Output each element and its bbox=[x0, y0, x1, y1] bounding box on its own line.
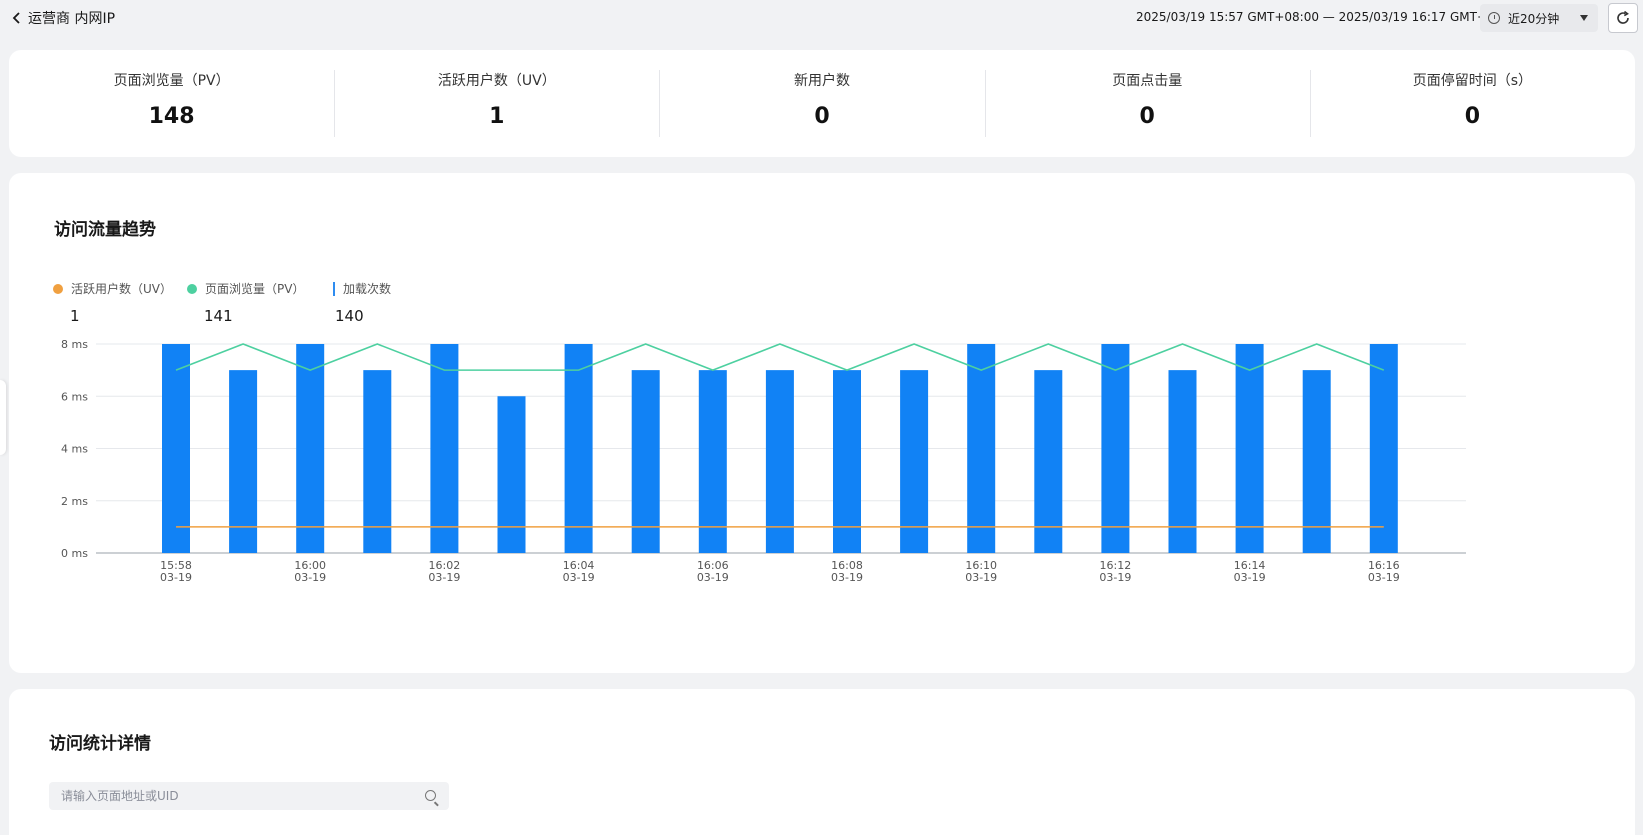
bar bbox=[900, 370, 929, 553]
x-tick-date: 03-19 bbox=[563, 571, 595, 584]
clock-icon bbox=[1488, 12, 1500, 24]
stat-value: 1 bbox=[489, 104, 505, 129]
x-tick-date: 03-19 bbox=[1368, 571, 1400, 584]
y-tick-label: 2 ms bbox=[61, 495, 88, 508]
stat-clicks: 页面点击量 0 bbox=[984, 50, 1310, 157]
details-card: 访问统计详情 bbox=[9, 689, 1635, 835]
stat-label: 活跃用户数（UV） bbox=[437, 73, 556, 89]
bar bbox=[698, 370, 727, 553]
bar bbox=[1302, 370, 1331, 553]
page-title: 运营商 内网IP bbox=[28, 11, 116, 27]
period-label: 近20分钟 bbox=[1508, 11, 1560, 26]
bar bbox=[162, 344, 190, 553]
stat-value: 0 bbox=[1139, 104, 1155, 129]
search-icon[interactable] bbox=[425, 790, 436, 801]
stat-value: 0 bbox=[814, 104, 830, 129]
period-select[interactable]: 近20分钟 bbox=[1480, 4, 1598, 32]
bar bbox=[430, 344, 459, 553]
x-tick-date: 03-19 bbox=[831, 571, 863, 584]
x-tick-date: 03-19 bbox=[428, 571, 460, 584]
refresh-icon bbox=[1617, 10, 1629, 24]
bar bbox=[631, 370, 660, 553]
y-tick-label: 4 ms bbox=[61, 443, 88, 456]
y-tick-label: 6 ms bbox=[61, 390, 88, 403]
time-range-text: 2025/03/19 15:57 GMT+08:00 — 2025/03/19 … bbox=[1136, 10, 1522, 24]
bar bbox=[564, 344, 593, 553]
caret-down-icon bbox=[1580, 15, 1588, 21]
bar bbox=[229, 370, 258, 553]
trend-chart: 0 ms2 ms4 ms6 ms8 ms15:5803-1916:0003-19… bbox=[61, 338, 1466, 584]
x-tick-date: 03-19 bbox=[965, 571, 997, 584]
x-tick-date: 03-19 bbox=[697, 571, 729, 584]
search-input[interactable] bbox=[49, 782, 449, 810]
stat-uv: 活跃用户数（UV） 1 bbox=[334, 50, 659, 157]
bar bbox=[1235, 344, 1264, 553]
bar bbox=[1034, 370, 1063, 553]
stat-label: 新用户数 bbox=[794, 73, 850, 89]
top-bar: 运营商 内网IP 2025/03/19 15:57 GMT+08:00 — 20… bbox=[0, 0, 1643, 36]
bar bbox=[967, 344, 996, 553]
stat-stay-time: 页面停留时间（s） 0 bbox=[1309, 50, 1635, 157]
side-panel-handle[interactable] bbox=[0, 380, 6, 455]
details-title: 访问统计详情 bbox=[49, 734, 151, 754]
stat-label: 页面点击量 bbox=[1112, 73, 1183, 89]
refresh-button[interactable] bbox=[1608, 3, 1638, 33]
bar bbox=[363, 370, 392, 553]
stats-card: 页面浏览量（PV） 148 活跃用户数（UV） 1 新用户数 0 页面点击量 0… bbox=[9, 50, 1635, 157]
bar bbox=[497, 396, 526, 553]
stat-value: 148 bbox=[148, 104, 195, 129]
bar bbox=[765, 370, 794, 553]
back-button[interactable]: 运营商 内网IP bbox=[12, 8, 115, 28]
search-box bbox=[49, 782, 449, 810]
x-tick-date: 03-19 bbox=[160, 571, 192, 584]
stat-label: 页面停留时间（s） bbox=[1412, 73, 1533, 89]
bar bbox=[1369, 344, 1398, 553]
x-tick-date: 03-19 bbox=[294, 571, 326, 584]
x-tick-date: 03-19 bbox=[1099, 571, 1131, 584]
chevron-left-icon bbox=[12, 12, 20, 24]
trend-card: 访问流量趋势 活跃用户数（UV） 1 页面浏览量（PV） 141 加载次数 14… bbox=[9, 173, 1635, 673]
bar bbox=[296, 344, 325, 553]
stat-new-users: 新用户数 0 bbox=[659, 50, 984, 157]
series-line bbox=[175, 343, 1385, 371]
stat-pv: 页面浏览量（PV） 148 bbox=[9, 50, 334, 157]
stat-value: 0 bbox=[1464, 104, 1481, 129]
bar bbox=[1101, 344, 1130, 553]
y-tick-label: 0 ms bbox=[61, 547, 88, 560]
bar bbox=[1168, 370, 1197, 553]
stat-label: 页面浏览量（PV） bbox=[113, 73, 230, 89]
bar bbox=[833, 370, 861, 553]
x-tick-date: 03-19 bbox=[1234, 571, 1266, 584]
y-tick-label: 8 ms bbox=[61, 338, 88, 351]
